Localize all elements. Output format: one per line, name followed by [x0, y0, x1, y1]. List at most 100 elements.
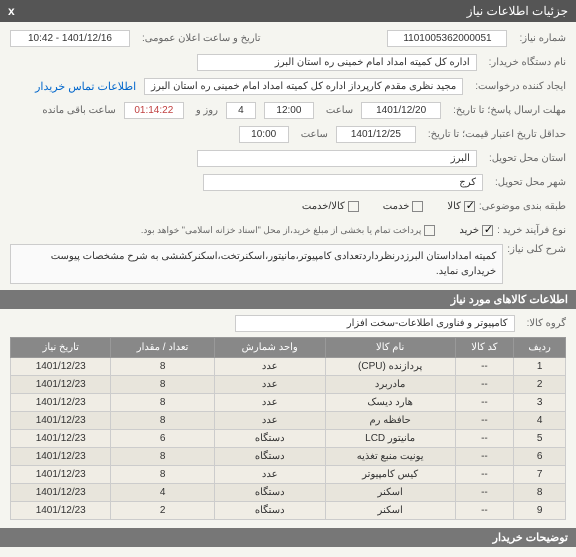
remaining-label: ساعت باقی مانده [42, 105, 115, 116]
table-row[interactable]: 9--اسکنردستگاه21401/12/23 [11, 502, 566, 520]
province-value: البرز [197, 150, 477, 167]
city-value: کرج [203, 174, 483, 191]
content-area: شماره نیاز: 1101005362000051 تاریخ و ساع… [0, 22, 576, 557]
group-label: گروه کالا: [527, 318, 566, 329]
price-time-value: 10:00 [239, 126, 289, 143]
table-cell: 8 [111, 394, 214, 412]
process-note: پرداخت تمام یا بخشی از مبلغ خرید،از محل … [141, 225, 421, 236]
category-goods-service[interactable]: کالا/خدمت [302, 201, 359, 212]
table-cell: 9 [514, 502, 566, 520]
reply-time-value: 12:00 [264, 102, 314, 119]
items-table: ردیفکد کالانام کالاواحد شمارشتعداد / مقد… [10, 337, 566, 520]
table-cell: 8 [514, 484, 566, 502]
table-cell: مانیتور LCD [325, 430, 455, 448]
table-cell: 4 [514, 412, 566, 430]
table-cell: 6 [514, 448, 566, 466]
table-cell: عدد [214, 358, 325, 376]
table-row[interactable]: 4--حافظه رمعدد81401/12/23 [11, 412, 566, 430]
announce-label: تاریخ و ساعت اعلان عمومی: [142, 33, 261, 44]
table-cell: دستگاه [214, 502, 325, 520]
days-value: 4 [226, 102, 256, 119]
table-header: نام کالا [325, 338, 455, 358]
table-cell: عدد [214, 376, 325, 394]
table-cell: -- [455, 430, 514, 448]
table-cell: 8 [111, 358, 214, 376]
checkbox-icon [464, 201, 475, 212]
category-label: طبقه بندی موضوعی: [479, 201, 566, 212]
table-cell: 1401/12/23 [11, 448, 111, 466]
table-cell: مادربرد [325, 376, 455, 394]
table-cell: اسکنر [325, 502, 455, 520]
category-goods-service-label: کالا/خدمت [302, 201, 345, 212]
table-row[interactable]: 7--کیس کامپیوترعدد81401/12/23 [11, 466, 566, 484]
contact-link[interactable]: اطلاعات تماس خریدار [35, 80, 136, 93]
table-cell: -- [455, 448, 514, 466]
countdown-value: 01:14:22 [124, 102, 184, 119]
table-cell: عدد [214, 412, 325, 430]
table-row[interactable]: 3--هارد دیسکعدد81401/12/23 [11, 394, 566, 412]
table-cell: 1401/12/23 [11, 502, 111, 520]
checkbox-icon [348, 201, 359, 212]
process-label: نوع فرآیند خرید : [497, 225, 566, 236]
table-header: تاریخ نیاز [11, 338, 111, 358]
close-icon[interactable]: x [8, 4, 15, 18]
table-cell: -- [455, 466, 514, 484]
table-cell: دستگاه [214, 430, 325, 448]
table-cell: حافظه رم [325, 412, 455, 430]
table-cell: -- [455, 412, 514, 430]
table-header: ردیف [514, 338, 566, 358]
table-cell: 1401/12/23 [11, 430, 111, 448]
buyer-notes-section-title: توضیحات خریدار [0, 528, 576, 547]
category-service[interactable]: خدمت [383, 201, 424, 212]
table-cell: 1401/12/23 [11, 484, 111, 502]
modal-title: جزئیات اطلاعات نیاز [467, 4, 568, 18]
table-row[interactable]: 2--مادربردعدد81401/12/23 [11, 376, 566, 394]
table-cell: 5 [514, 430, 566, 448]
table-cell: 2 [111, 502, 214, 520]
buyer-name-label: نام دستگاه خریدار: [489, 57, 566, 68]
table-cell: دستگاه [214, 448, 325, 466]
process-buy[interactable]: خرید [459, 225, 493, 236]
table-cell: 3 [514, 394, 566, 412]
process-buy-label: خرید [459, 225, 479, 236]
group-value: کامپیوتر و فناوری اطلاعات-سخت افزار [235, 315, 515, 332]
time-label-1: ساعت [326, 105, 353, 116]
modal-header: جزئیات اطلاعات نیاز x [0, 0, 576, 22]
category-goods[interactable]: کالا [447, 201, 475, 212]
table-cell: 1401/12/23 [11, 412, 111, 430]
province-label: استان محل تحویل: [489, 153, 566, 164]
table-header: کد کالا [455, 338, 514, 358]
reply-date-value: 1401/12/20 [361, 102, 441, 119]
table-cell: هارد دیسک [325, 394, 455, 412]
table-row[interactable]: 5--مانیتور LCDدستگاه61401/12/23 [11, 430, 566, 448]
table-cell: پردازنده (CPU) [325, 358, 455, 376]
desc-value: کمیته امداداستان البرزدرنظرداردتعدادی کا… [10, 244, 503, 284]
price-valid-label: حداقل تاریخ اعتبار قیمت؛ تا تاریخ: [428, 129, 566, 140]
table-cell: 8 [111, 376, 214, 394]
table-row[interactable]: 8--اسکنردستگاه41401/12/23 [11, 484, 566, 502]
table-cell: -- [455, 484, 514, 502]
time-label-2: ساعت [301, 129, 328, 140]
checkbox-icon [424, 225, 435, 236]
table-cell: -- [455, 502, 514, 520]
table-row[interactable]: 6--یونیت منبع تغذیهدستگاه81401/12/23 [11, 448, 566, 466]
checkbox-icon [412, 201, 423, 212]
process-treasury[interactable]: پرداخت تمام یا بخشی از مبلغ خرید،از محل … [141, 225, 435, 236]
table-row[interactable]: 1--پردازنده (CPU)عدد81401/12/23 [11, 358, 566, 376]
table-cell: 1401/12/23 [11, 376, 111, 394]
buyer-name-value: اداره کل کمیته امداد امام خمینی ره استان… [197, 54, 477, 71]
table-cell: 6 [111, 430, 214, 448]
category-goods-label: کالا [447, 201, 461, 212]
table-cell: یونیت منبع تغذیه [325, 448, 455, 466]
table-cell: 8 [111, 412, 214, 430]
reply-deadline-label: مهلت ارسال پاسخ؛ تا تاریخ: [453, 105, 566, 116]
announce-value: 1401/12/16 - 10:42 [10, 30, 130, 47]
need-number-label: شماره نیاز: [519, 33, 566, 44]
table-cell: 7 [514, 466, 566, 484]
day-label: روز و [196, 105, 218, 116]
need-number-value: 1101005362000051 [387, 30, 507, 47]
price-date-value: 1401/12/25 [336, 126, 416, 143]
table-cell: 2 [514, 376, 566, 394]
creator-value: مجید نظری مقدم کارپرداز اداره کل کمیته ا… [144, 78, 463, 95]
table-cell: 1401/12/23 [11, 466, 111, 484]
